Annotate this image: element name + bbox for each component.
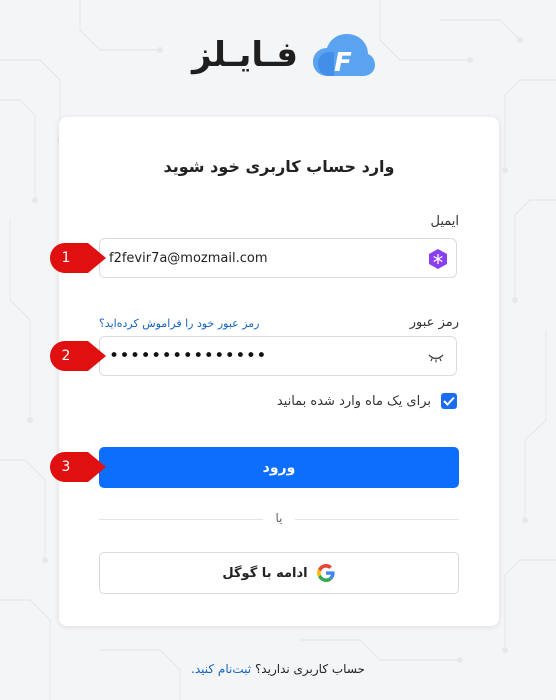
- remember-me[interactable]: برای یک ماه وارد شده بمانید: [277, 393, 457, 409]
- login-card: وارد حساب کاربری خود شوید ایمیل f2fevir7…: [59, 117, 499, 626]
- brand-logo: فـایـلز F: [192, 32, 376, 78]
- google-button-label: ادامه با گوگل: [222, 565, 308, 581]
- signup-question: حساب کاربری ندارید؟: [254, 662, 365, 676]
- logo-letter: F: [334, 48, 352, 78]
- or-text: یا: [275, 511, 283, 525]
- or-divider: یا: [99, 511, 459, 525]
- checkmark-icon: [443, 396, 455, 406]
- google-icon: [316, 564, 335, 582]
- password-value: •••••••••••••••: [109, 345, 267, 366]
- form-title: وارد حساب کاربری خود شوید: [163, 157, 395, 176]
- login-button[interactable]: ورود: [99, 447, 459, 488]
- password-label: رمز عبور: [409, 315, 459, 330]
- remember-label: برای یک ماه وارد شده بمانید: [276, 393, 431, 409]
- email-label: ایمیل: [430, 214, 459, 229]
- email-field[interactable]: f2fevir7a@mozmail.com: [99, 238, 457, 278]
- forgot-password-link[interactable]: رمز عبور خود را فراموش کرده‌اید؟: [99, 317, 259, 330]
- step-marker-1: 1: [50, 243, 106, 273]
- google-signin-button[interactable]: ادامه با گوگل: [99, 552, 459, 594]
- step-marker-2: 2: [50, 341, 106, 371]
- password-field[interactable]: •••••••••••••••: [99, 336, 457, 376]
- remember-checkbox[interactable]: [441, 393, 457, 409]
- signup-prompt: حساب کاربری ندارید؟ ثبت‌نام کنید.: [0, 662, 556, 676]
- password-manager-icon[interactable]: [427, 248, 449, 270]
- brand-name: فـایـلز: [192, 35, 299, 75]
- signup-link[interactable]: ثبت‌نام کنید.: [191, 662, 251, 676]
- show-password-icon[interactable]: [428, 351, 444, 363]
- marker-number: 1: [61, 250, 71, 266]
- marker-number: 3: [61, 459, 71, 475]
- marker-number: 2: [61, 348, 71, 364]
- email-value: f2fevir7a@mozmail.com: [109, 250, 268, 266]
- cloud-logo-icon: F: [313, 34, 376, 78]
- step-marker-3: 3: [50, 452, 106, 482]
